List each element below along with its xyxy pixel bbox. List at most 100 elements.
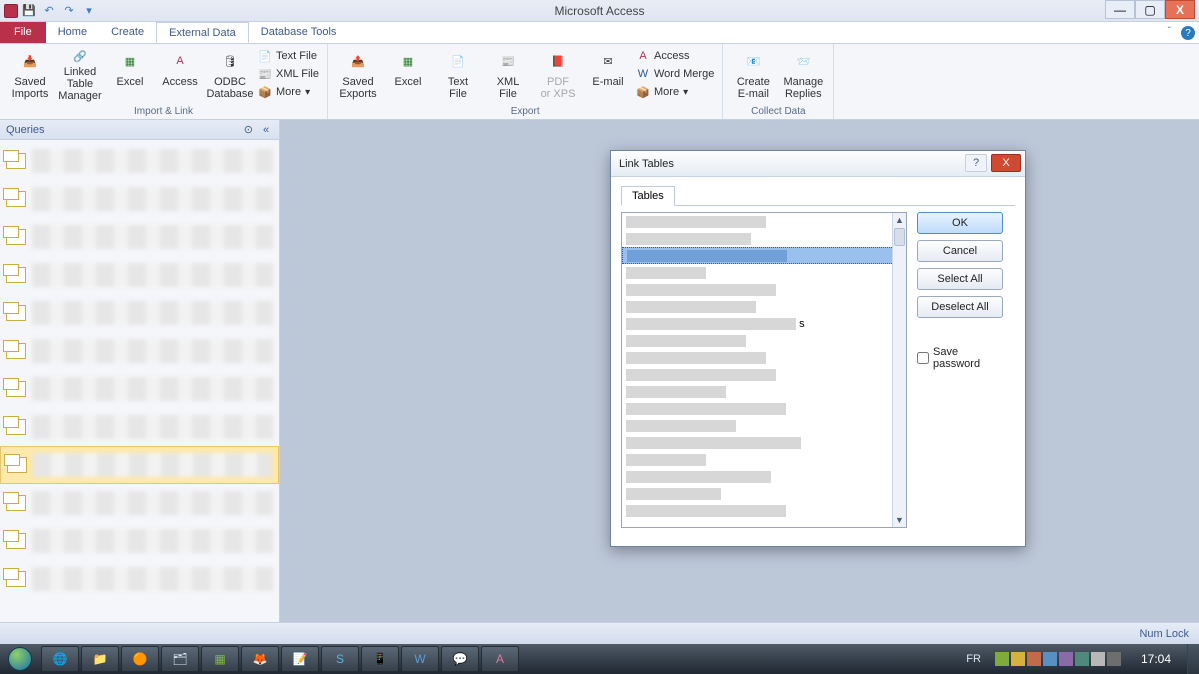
taskbar-app-button[interactable]: 🗂 <box>161 646 199 672</box>
tab-file[interactable]: File <box>0 22 46 43</box>
taskbar-app-button[interactable]: 📱 <box>361 646 399 672</box>
xml-file-icon: 📰 <box>495 48 521 74</box>
dialog-help-button[interactable]: ? <box>965 154 987 172</box>
access-app-icon <box>4 4 18 18</box>
query-icon <box>6 191 26 207</box>
query-icon <box>6 229 26 245</box>
select-all-button[interactable]: Select All <box>917 268 1003 290</box>
taskbar-word-button[interactable]: W <box>401 646 439 672</box>
window-close-button[interactable]: X <box>1165 0 1195 19</box>
nav-item[interactable] <box>0 522 279 560</box>
linked-table-manager-button[interactable]: 🔗Linked Table Manager <box>56 46 104 104</box>
export-word-merge-button[interactable]: WWord Merge <box>634 66 716 82</box>
export-access-button[interactable]: AAccess <box>634 48 716 64</box>
taskbar-app-button[interactable]: 🟠 <box>121 646 159 672</box>
deselect-all-button[interactable]: Deselect All <box>917 296 1003 318</box>
nav-item[interactable] <box>0 294 279 332</box>
cancel-button[interactable]: Cancel <box>917 240 1003 262</box>
tab-database-tools[interactable]: Database Tools <box>249 22 349 43</box>
query-icon <box>7 457 27 473</box>
dialog-close-button[interactable]: X <box>991 154 1021 172</box>
save-password-checkbox[interactable] <box>917 352 929 364</box>
save-password-row[interactable]: Save password <box>917 346 1003 370</box>
group-export: 📤Saved Exports ▦Excel 📄Text File 📰XML Fi… <box>328 44 723 119</box>
tab-external-data[interactable]: External Data <box>156 22 249 43</box>
query-icon <box>6 533 26 549</box>
nav-list[interactable] <box>0 140 279 642</box>
query-icon <box>6 381 26 397</box>
tray-icons[interactable] <box>995 652 1121 666</box>
taskbar-explorer-button[interactable]: 📁 <box>81 646 119 672</box>
help-icon[interactable]: ? <box>1181 26 1195 40</box>
nav-collapse-icon[interactable]: « <box>259 124 273 136</box>
nav-title: Queries <box>6 124 45 136</box>
saved-exports-button[interactable]: 📤Saved Exports <box>334 46 382 104</box>
access-icon: A <box>167 48 193 74</box>
listbox-scrollbar[interactable]: ▲ ▼ <box>892 213 906 527</box>
nav-item[interactable] <box>0 218 279 256</box>
nav-item[interactable] <box>0 332 279 370</box>
dialog-title-bar[interactable]: Link Tables ? X <box>611 151 1025 177</box>
export-excel-button[interactable]: ▦Excel <box>384 46 432 104</box>
export-email-button[interactable]: ✉E-mail <box>584 46 632 104</box>
window-maximize-button[interactable]: ▢ <box>1135 0 1165 19</box>
scroll-down-icon[interactable]: ▼ <box>893 513 906 527</box>
navigation-pane: Queries ⊙ « <box>0 120 280 642</box>
manage-replies-icon: 📨 <box>790 48 816 74</box>
export-more-button[interactable]: 📦More ▾ <box>634 84 716 100</box>
nav-header[interactable]: Queries ⊙ « <box>0 120 279 140</box>
qat-save-icon[interactable]: 💾 <box>20 2 38 20</box>
link-tables-dialog: Link Tables ? X Tables s <box>610 150 1026 547</box>
clock[interactable]: 17:04 <box>1131 652 1181 666</box>
windows-orb-icon <box>8 647 32 671</box>
ok-button[interactable]: OK <box>917 212 1003 234</box>
start-button[interactable] <box>0 644 40 674</box>
import-access-button[interactable]: AAccess <box>156 46 204 104</box>
window-minimize-button[interactable]: — <box>1105 0 1135 19</box>
saved-imports-button[interactable]: 📥Saved Imports <box>6 46 54 104</box>
nav-item[interactable] <box>0 560 279 598</box>
qat-redo-icon[interactable]: ↷ <box>60 2 78 20</box>
export-xml-button[interactable]: 📰XML File <box>484 46 532 104</box>
import-excel-button[interactable]: ▦Excel <box>106 46 154 104</box>
tab-home[interactable]: Home <box>46 22 99 43</box>
import-text-file-button[interactable]: 📄Text File <box>256 48 321 64</box>
list-item-selected[interactable] <box>622 247 906 264</box>
ribbon-minimize-icon[interactable]: ˇ <box>1168 26 1171 37</box>
taskbar-notes-button[interactable]: 📝 <box>281 646 319 672</box>
taskbar-excel-button[interactable]: ▦ <box>201 646 239 672</box>
show-desktop-button[interactable] <box>1187 644 1199 674</box>
nav-item[interactable] <box>0 180 279 218</box>
nav-item[interactable] <box>0 370 279 408</box>
taskbar-ie-button[interactable]: 🌐 <box>41 646 79 672</box>
language-indicator[interactable]: FR <box>962 651 985 667</box>
taskbar-firefox-button[interactable]: 🦊 <box>241 646 279 672</box>
import-odbc-button[interactable]: 🛢ODBC Database <box>206 46 254 104</box>
tables-listbox[interactable]: s ▲ <box>621 212 907 528</box>
nav-item-selected[interactable] <box>0 446 279 484</box>
scroll-thumb[interactable] <box>894 228 905 246</box>
nav-item[interactable] <box>0 484 279 522</box>
nav-item[interactable] <box>0 408 279 446</box>
tables-tab[interactable]: Tables <box>621 186 675 206</box>
import-xml-file-button[interactable]: 📰XML File <box>256 66 321 82</box>
manage-replies-button[interactable]: 📨Manage Replies <box>779 46 827 104</box>
scroll-up-icon[interactable]: ▲ <box>893 213 906 227</box>
create-email-button[interactable]: 📧Create E-mail <box>729 46 777 104</box>
nav-item[interactable] <box>0 256 279 294</box>
nav-dropdown-icon[interactable]: ⊙ <box>244 123 253 136</box>
tab-create[interactable]: Create <box>99 22 156 43</box>
taskbar-access-button[interactable]: A <box>481 646 519 672</box>
excel-icon: ▦ <box>117 48 143 74</box>
title-bar: 💾 ↶ ↷ ▾ Microsoft Access — ▢ X <box>0 0 1199 22</box>
export-text-button[interactable]: 📄Text File <box>434 46 482 104</box>
saved-imports-icon: 📥 <box>17 48 43 74</box>
qat-customize-icon[interactable]: ▾ <box>80 2 98 20</box>
import-more-button[interactable]: 📦More ▾ <box>256 84 321 100</box>
nav-item[interactable] <box>0 142 279 180</box>
taskbar-app-button[interactable]: 💬 <box>441 646 479 672</box>
more-icon: 📦 <box>636 85 650 99</box>
taskbar-skype-button[interactable]: S <box>321 646 359 672</box>
pdf-icon: 📕 <box>545 48 571 74</box>
qat-undo-icon[interactable]: ↶ <box>40 2 58 20</box>
